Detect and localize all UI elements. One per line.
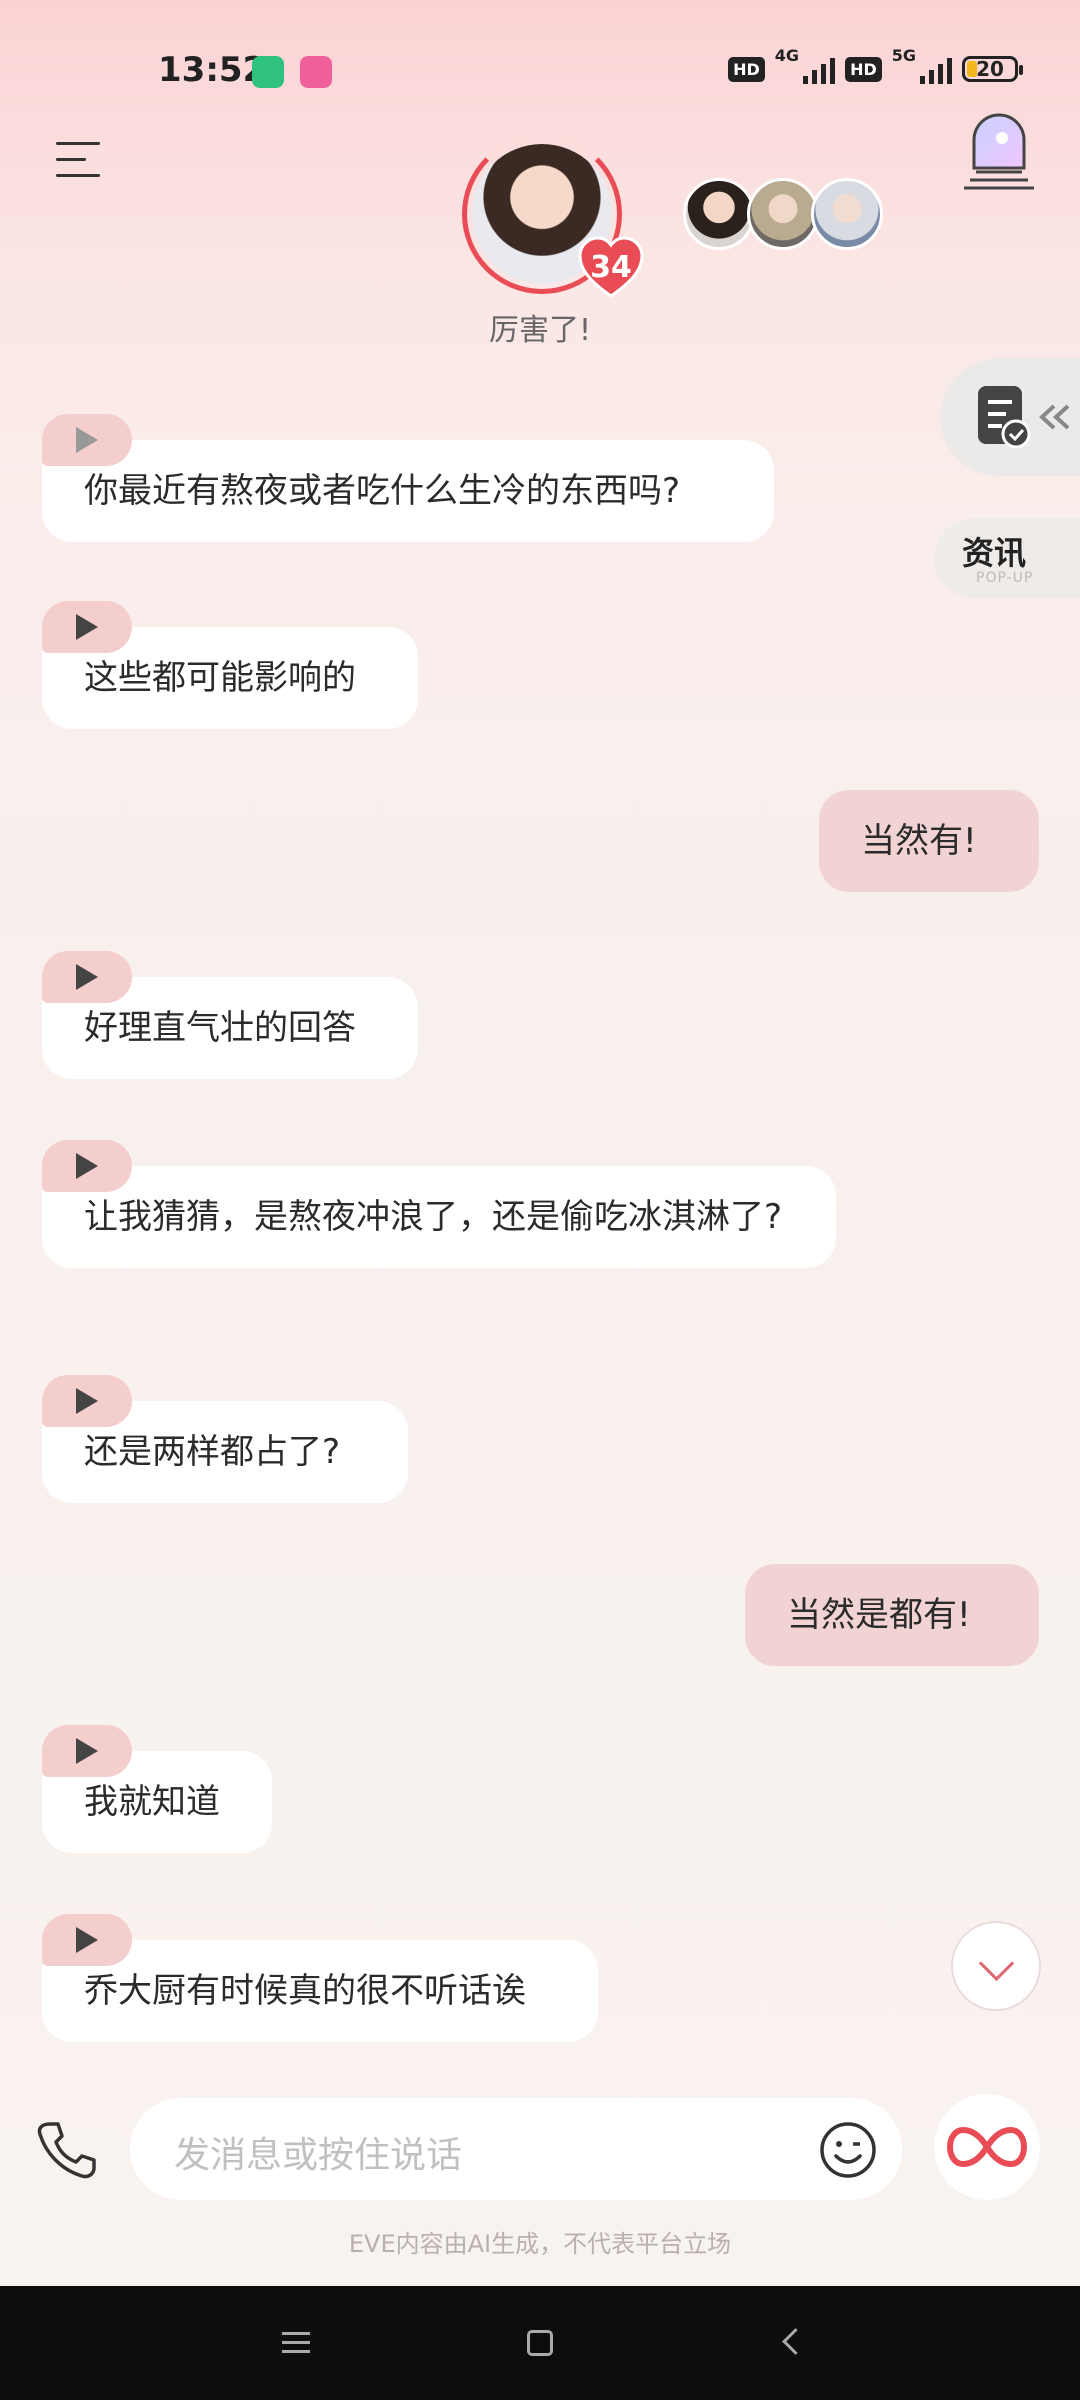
recent-apps-icon[interactable] — [282, 2332, 310, 2354]
message-input[interactable]: 发消息或按住说话 — [130, 2098, 902, 2200]
friend-avatar-2[interactable] — [747, 178, 819, 250]
voice-play-icon[interactable] — [42, 1140, 132, 1192]
voice-play-icon[interactable] — [42, 1725, 132, 1777]
ai-message-4[interactable]: 让我猜猜，是熬夜冲浪了，还是偷吃冰淇淋了? — [42, 1140, 836, 1268]
ai-message-1[interactable]: 你最近有熬夜或者吃什么生冷的东西吗? — [42, 414, 774, 542]
voice-play-icon[interactable] — [42, 1914, 132, 1966]
news-popup-tab[interactable]: 资讯 POP-UP — [934, 518, 1080, 598]
battery-icon: 20 — [962, 56, 1023, 82]
friend-avatar-3[interactable] — [811, 178, 883, 250]
message-bubble: 让我猜猜，是熬夜冲浪了，还是偷吃冰淇淋了? — [42, 1166, 836, 1268]
status-time: 13:52 — [158, 50, 267, 90]
status-right: HD 4G HD 5G 20 — [728, 46, 1023, 84]
character-avatar[interactable]: 34 — [462, 134, 644, 298]
user-message-2[interactable]: 当然是都有! — [745, 1564, 1039, 1666]
ai-disclaimer: EVE内容由AI生成，不代表平台立场 — [348, 2230, 732, 2258]
bilibili-app-icon — [300, 56, 332, 88]
voice-play-icon[interactable] — [42, 951, 132, 1003]
network-4g-label: 4G — [774, 45, 800, 65]
message-bubble: 当然有! — [819, 790, 1039, 892]
status-bar: 13:52 HD 4G HD 5G 20 — [0, 0, 1080, 130]
character-status: 厉害了! — [488, 313, 592, 348]
shield-app-icon — [252, 56, 284, 88]
message-bubble: 当然是都有! — [745, 1564, 1039, 1666]
ai-message-2[interactable]: 这些都可能影响的 — [42, 601, 418, 729]
emoji-icon[interactable] — [818, 2120, 878, 2180]
news-title: 资讯 — [962, 534, 1027, 572]
other-characters[interactable] — [683, 178, 883, 250]
voice-play-icon[interactable] — [42, 601, 132, 653]
system-nav-bar — [0, 2286, 1080, 2400]
news-subtitle: POP-UP — [976, 570, 1034, 586]
infinity-icon[interactable] — [934, 2094, 1040, 2200]
phone-call-icon[interactable] — [36, 2120, 96, 2180]
document-check-icon — [978, 386, 1070, 449]
ai-message-3[interactable]: 好理直气壮的回答 — [42, 951, 418, 1079]
summary-panel-tab[interactable] — [940, 358, 1080, 476]
signal-icon — [803, 54, 836, 84]
message-bubble: 你最近有熬夜或者吃什么生冷的东西吗? — [42, 440, 774, 542]
home-icon[interactable] — [527, 2330, 553, 2356]
voice-play-icon[interactable] — [42, 1375, 132, 1427]
back-icon[interactable] — [782, 2328, 809, 2355]
scroll-to-bottom-button[interactable] — [951, 1921, 1041, 2011]
hd-icon-2: HD — [845, 56, 882, 82]
battery-level: 20 — [976, 57, 1004, 81]
ai-message-7[interactable]: 乔大厨有时候真的很不听话诶 — [42, 1914, 598, 2042]
message-input-placeholder: 发消息或按住说话 — [174, 2135, 463, 2176]
window-stairs-icon[interactable] — [962, 110, 1036, 190]
ai-message-5[interactable]: 还是两样都占了? — [42, 1375, 408, 1503]
voice-play-icon[interactable] — [42, 414, 132, 466]
heart-level-badge: 34 — [578, 236, 644, 298]
ai-message-6[interactable]: 我就知道 — [42, 1725, 272, 1853]
level-number: 34 — [590, 250, 632, 285]
signal-icon-2 — [920, 54, 952, 84]
user-message-1[interactable]: 当然有! — [819, 790, 1039, 892]
friend-avatar-1[interactable] — [683, 178, 755, 250]
network-5g-label: 5G — [891, 45, 916, 65]
menu-icon[interactable] — [56, 142, 100, 178]
hd-icon: HD — [728, 56, 765, 82]
